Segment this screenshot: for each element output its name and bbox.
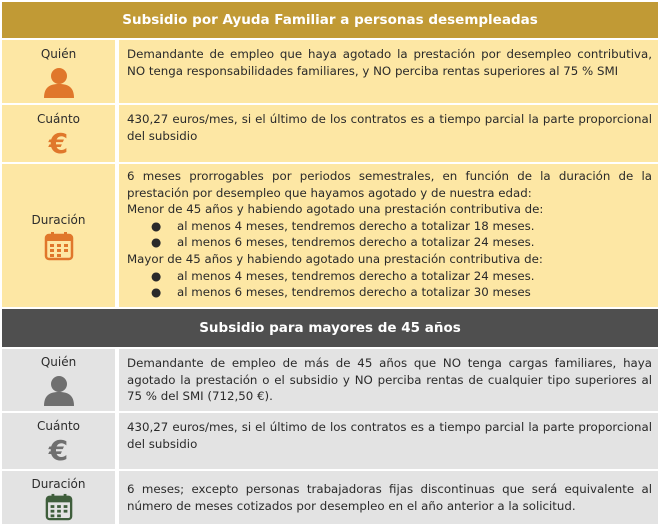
- row-label: Duración: [31, 476, 86, 491]
- person-icon: [43, 376, 74, 406]
- section2-title: Subsidio para mayores de 45 años: [199, 320, 461, 336]
- row-text: 6 meses; excepto personas trabajadoras f…: [119, 471, 658, 524]
- duration-intro: 6 meses prorrogables por periodos semest…: [127, 169, 652, 200]
- subsidies-infographic: Subsidio por Ayuda Familiar a personas d…: [0, 0, 661, 524]
- row-label: Cuánto: [37, 111, 80, 126]
- row-label-cell: Duración: [2, 471, 115, 524]
- row-label-cell: Duración: [2, 164, 115, 307]
- section2-header: Subsidio para mayores de 45 años: [2, 309, 658, 347]
- under45-list: ● al menos 4 meses, tendremos derecho a t…: [127, 218, 652, 251]
- section2-row-duracion: Duración 6 meses; excepto personas traba…: [2, 471, 658, 524]
- row-label: Quién: [40, 46, 77, 61]
- euro-icon: €: [48, 434, 69, 467]
- over45-heading: Mayor de 45 años y habiendo agotado una …: [127, 251, 543, 266]
- section1-row-quien: Quién Demandante de empleo que haya agot…: [2, 40, 658, 103]
- row-label-cell: Cuánto €: [2, 105, 115, 162]
- row-text: 6 meses prorrogables por periodos semest…: [119, 164, 658, 307]
- list-item: ● al menos 6 meses, tendremos derecho a t…: [151, 285, 531, 300]
- row-text: 430,27 euros/mes, si el último de los co…: [119, 413, 658, 469]
- section1-row-cuanto: Cuánto € 430,27 euros/mes, si el último …: [2, 105, 658, 162]
- section2-row-cuanto: Cuánto € 430,27 euros/mes, si el último …: [2, 413, 658, 469]
- over45-list: ● al menos 4 meses, tendremos derecho a t…: [127, 268, 652, 301]
- section1-header: Subsidio por Ayuda Familiar a personas d…: [2, 2, 658, 38]
- row-label-cell: Quién: [2, 349, 115, 411]
- section1-row-duracion: Duración 6 meses prorrogables por period…: [2, 164, 658, 307]
- row-text: 430,27 euros/mes, si el último de los co…: [119, 105, 658, 162]
- row-label: Quién: [40, 355, 77, 369]
- list-item: ● al menos 6 meses, tendremos derecho a t…: [151, 235, 535, 250]
- row-text: Demandante de empleo de más de 45 años q…: [119, 349, 658, 411]
- row-label: Duración: [31, 212, 86, 227]
- row-label: Cuánto: [37, 419, 80, 433]
- calendar-icon: [44, 231, 73, 260]
- euro-icon: €: [48, 126, 69, 160]
- list-item: ● al menos 4 meses, tendremos derecho a t…: [151, 268, 535, 283]
- row-label-cell: Quién: [2, 40, 115, 103]
- list-item: ● al menos 4 meses, tendremos derecho a t…: [151, 218, 535, 233]
- person-icon: [43, 67, 74, 98]
- section1-title: Subsidio por Ayuda Familiar a personas d…: [122, 12, 538, 28]
- calendar-icon: [45, 493, 72, 520]
- row-label-cell: Cuánto €: [2, 413, 115, 469]
- under45-heading: Menor de 45 años y habiendo agotado una …: [127, 202, 544, 217]
- row-text: Demandante de empleo que haya agotado la…: [119, 40, 658, 103]
- section2-row-quien: Quién Demandante de empleo de más de 45 …: [2, 349, 658, 411]
